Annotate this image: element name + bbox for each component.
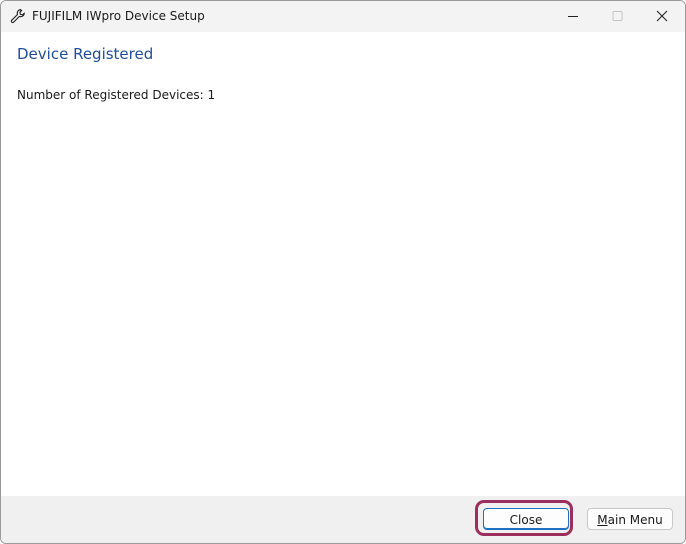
registered-devices-count: Number of Registered Devices: 1	[17, 88, 216, 102]
main-menu-button[interactable]: Main Menu	[587, 508, 673, 530]
title-bar[interactable]: FUJIFILM IWpro Device Setup	[1, 1, 685, 32]
wrench-icon	[10, 8, 26, 24]
page-title: Device Registered	[17, 45, 154, 63]
close-icon	[656, 10, 668, 22]
minimize-icon	[568, 16, 578, 17]
close-button[interactable]: Close	[483, 508, 569, 530]
main-menu-label: ain Menu	[607, 513, 663, 527]
main-menu-mnemonic: M	[597, 513, 608, 527]
content-area: Device Registered Number of Registered D…	[1, 32, 685, 496]
footer-bar: Close Main Menu	[1, 496, 685, 543]
maximize-icon	[612, 11, 623, 21]
app-window: FUJIFILM IWpro Device Setup Device Regis…	[0, 0, 686, 544]
maximize-button[interactable]	[595, 1, 641, 32]
window-title: FUJIFILM IWpro Device Setup	[32, 9, 205, 23]
close-window-button[interactable]	[639, 1, 685, 32]
minimize-button[interactable]	[550, 1, 596, 32]
